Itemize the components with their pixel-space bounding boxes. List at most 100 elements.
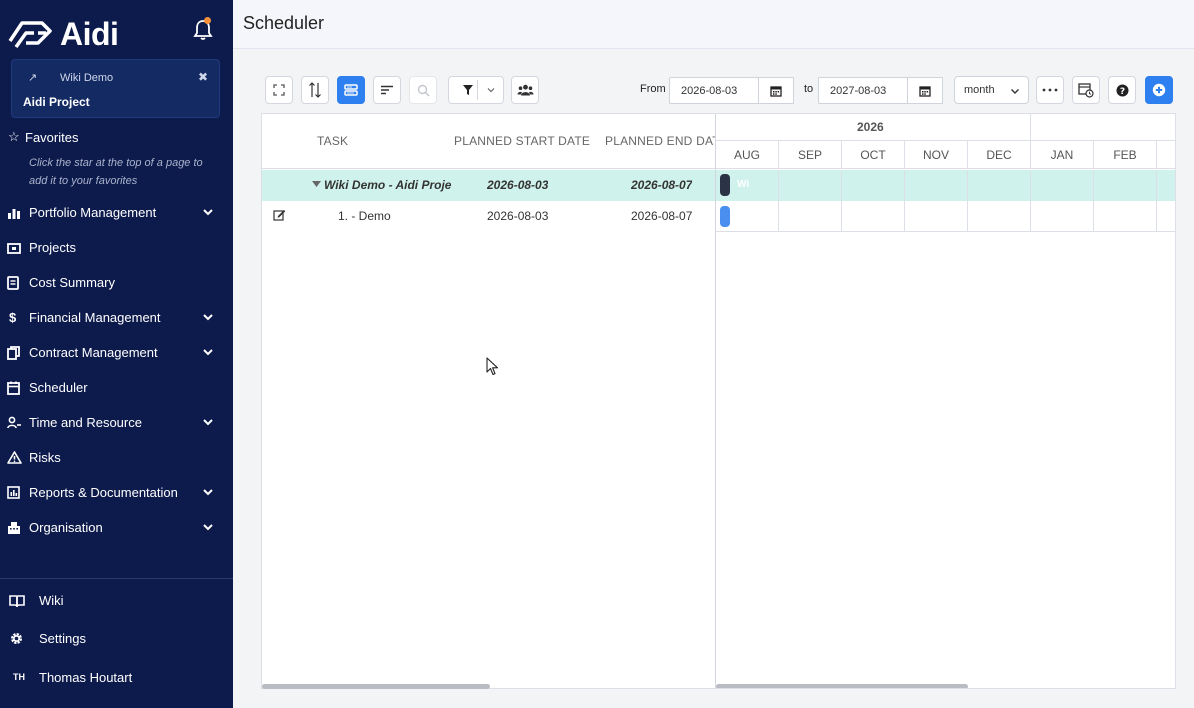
sidebar-divider	[0, 578, 233, 579]
brand-logo[interactable]: Aidi	[8, 14, 119, 54]
external-link-icon[interactable]: ↗	[28, 71, 37, 84]
task-end: 2026-08-07	[631, 209, 693, 223]
gear-icon	[0, 631, 39, 646]
from-label: From	[640, 83, 666, 95]
gantt-row	[716, 201, 1175, 232]
month-header: SEP	[779, 141, 842, 169]
align-left-icon	[381, 85, 393, 95]
favorites-heading[interactable]: ☆ Favorites	[8, 129, 78, 145]
star-icon: ☆	[8, 129, 20, 144]
sidebar-item-scheduler[interactable]: Scheduler	[0, 370, 233, 405]
ellipsis-icon	[1042, 88, 1058, 92]
sidebar-item-wiki[interactable]: Wiki	[0, 582, 233, 618]
sidebar-item-financial-management[interactable]: $ Financial Management	[0, 300, 233, 335]
to-date-picker-button[interactable]	[907, 77, 943, 104]
sidebar-item-portfolio-management[interactable]: Portfolio Management	[0, 195, 233, 230]
month-header: JAN	[1031, 141, 1094, 169]
search-button[interactable]	[409, 76, 437, 104]
gantt-year-row: 2026	[716, 114, 1175, 141]
book-icon	[0, 594, 39, 607]
gantt-gridline	[904, 170, 905, 232]
avatar-wrapper: TH	[0, 667, 39, 687]
gantt-gridline	[841, 170, 842, 232]
month-header: FEB	[1094, 141, 1157, 169]
month-header-next	[1157, 141, 1175, 169]
mouse-cursor-icon	[486, 357, 499, 376]
project-card-title: Wiki Demo	[60, 72, 114, 84]
gantt-horizontal-scrollbar[interactable]	[716, 684, 968, 688]
sidebar-item-contract-management[interactable]: Contract Management	[0, 335, 233, 370]
help-button[interactable]: ?	[1108, 76, 1136, 104]
grid-header: TASK PLANNED START DATE PLANNED END DAT	[262, 114, 716, 169]
project-card[interactable]: ↗ Wiki Demo ✖ Aidi Project	[11, 59, 220, 118]
more-options-button[interactable]	[1036, 76, 1064, 104]
sidebar-item-cost-summary[interactable]: Cost Summary	[0, 265, 233, 300]
to-date-input[interactable]: 2027-08-03	[818, 77, 908, 104]
table-row[interactable]: Wiki Demo - Aidi Proje 2026-08-03 2026-0…	[262, 170, 715, 201]
from-date-input[interactable]: 2026-08-03	[669, 77, 759, 104]
scheduler-panel: TASK PLANNED START DATE PLANNED END DAT …	[261, 113, 1176, 689]
notification-dot	[204, 17, 211, 24]
month-header: AUG	[716, 141, 779, 169]
favorites-hint: Click the star at the top of a page to a…	[29, 157, 203, 187]
grid-view-button[interactable]	[337, 76, 365, 104]
close-icon[interactable]: ✖	[198, 70, 208, 84]
from-date-picker-button[interactable]	[758, 77, 794, 104]
add-task-button[interactable]	[1145, 76, 1173, 104]
brand-name: Aidi	[60, 15, 119, 52]
task-bar[interactable]	[720, 206, 730, 227]
calendar-schedule-button[interactable]	[1072, 76, 1100, 104]
column-header-task[interactable]: TASK	[317, 134, 348, 148]
filter-icon	[463, 85, 473, 95]
fullscreen-button[interactable]	[265, 76, 293, 104]
copy-icon	[0, 345, 29, 360]
top-bar: Scheduler	[233, 0, 1194, 49]
user-name: Thomas Houtart	[39, 669, 133, 685]
sidebar-item-label: Financial Management	[29, 310, 161, 325]
align-button[interactable]	[373, 76, 401, 104]
column-header-planned-start[interactable]: PLANNED START DATE	[454, 134, 590, 148]
calendar-clock-icon	[1078, 83, 1094, 98]
column-header-planned-end[interactable]: PLANNED END DAT	[605, 134, 715, 148]
sidebar-item-organisation[interactable]: Organisation	[0, 510, 233, 545]
sidebar-item-label: Reports & Documentation	[29, 485, 178, 500]
resources-button[interactable]	[511, 76, 539, 104]
grid-horizontal-scrollbar[interactable]	[262, 684, 490, 689]
calendar-icon	[0, 381, 29, 395]
sidebar-item-label: Contract Management	[29, 345, 158, 360]
year-label: 2026	[857, 120, 884, 134]
collapse-caret-icon[interactable]	[312, 181, 321, 187]
sidebar-item-projects[interactable]: Projects	[0, 230, 233, 265]
year-divider	[1030, 114, 1031, 141]
group-bar-label: Wi	[737, 179, 750, 190]
sidebar-user[interactable]: TH Thomas Houtart	[0, 659, 233, 695]
sidebar-item-label: Cost Summary	[29, 275, 115, 290]
chevron-down-icon	[203, 314, 213, 321]
avatar: TH	[13, 672, 25, 682]
period-select[interactable]: month	[954, 76, 1029, 104]
sidebar-item-risks[interactable]: Risks	[0, 440, 233, 475]
edit-icon[interactable]	[273, 209, 286, 221]
filter-divider	[477, 80, 478, 100]
sort-toggle-button[interactable]	[301, 76, 329, 104]
plus-circle-icon	[1152, 83, 1166, 97]
gantt-gridline	[1030, 170, 1031, 232]
sidebar-item-time-and-resource[interactable]: Time and Resource	[0, 405, 233, 440]
dollar-icon: $	[9, 310, 17, 325]
sidebar-item-label: Projects	[29, 240, 76, 255]
gantt-gridline	[778, 170, 779, 232]
table-row[interactable]: 1. - Demo 2026-08-03 2026-08-07	[262, 201, 715, 232]
filter-button[interactable]	[448, 76, 504, 104]
group-bar[interactable]	[720, 174, 730, 196]
document-icon	[0, 275, 29, 290]
project-card-name: Aidi Project	[23, 95, 90, 109]
calendar-icon	[919, 85, 931, 97]
wiki-label: Wiki	[39, 592, 64, 608]
sidebar-item-settings[interactable]: Settings	[0, 620, 233, 656]
sidebar: Aidi ↗ Wiki Demo ✖ Aidi Project ☆ Favori…	[0, 0, 233, 708]
settings-label: Settings	[39, 630, 86, 646]
sidebar-item-reports-documentation[interactable]: Reports & Documentation	[0, 475, 233, 510]
chevron-down-icon	[203, 349, 213, 356]
period-select-value: month	[964, 84, 995, 96]
gantt-row: Wi	[716, 170, 1175, 201]
